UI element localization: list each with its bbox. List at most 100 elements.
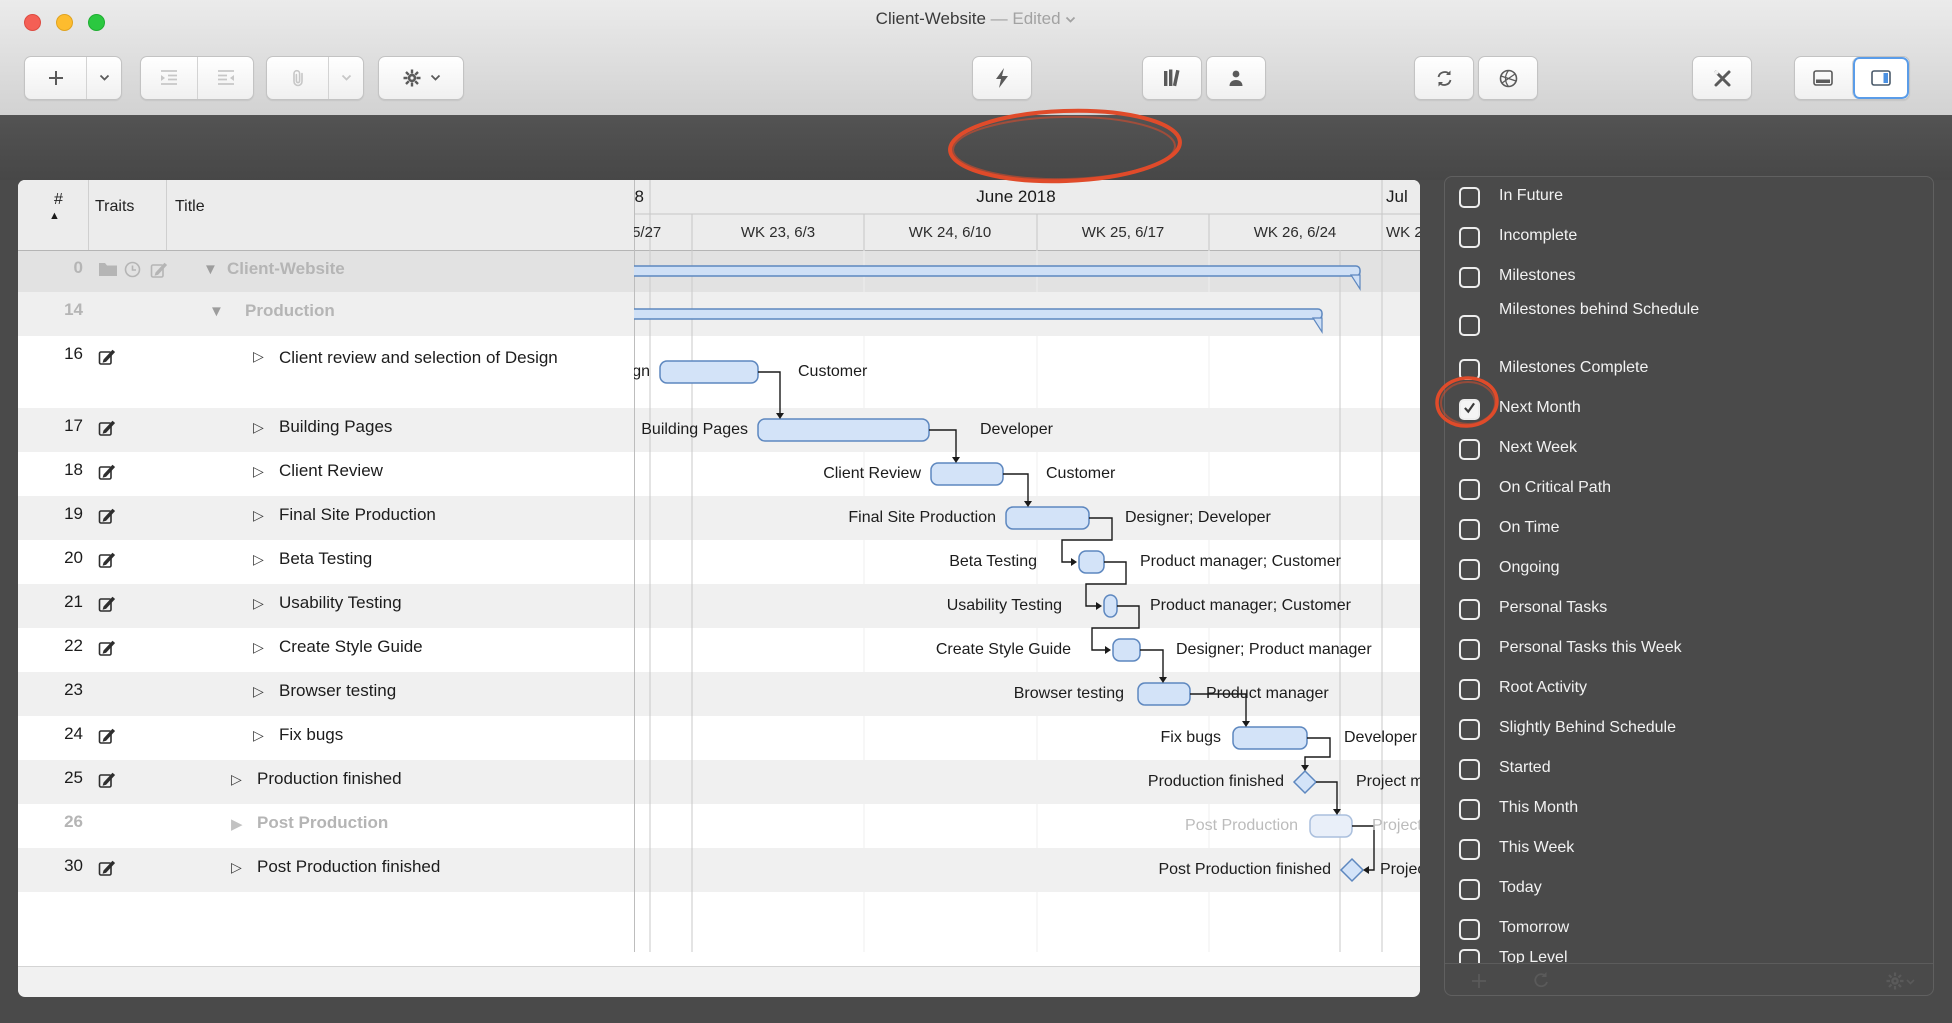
checkbox-unchecked[interactable] bbox=[1459, 879, 1480, 900]
checkbox-unchecked[interactable] bbox=[1459, 759, 1480, 780]
disclosure-leaf-icon[interactable]: ▷ bbox=[231, 771, 242, 788]
checkbox-unchecked[interactable] bbox=[1459, 949, 1480, 963]
table-footer-bar[interactable] bbox=[18, 966, 1420, 997]
filter-item[interactable]: This Month bbox=[1445, 799, 1933, 839]
disclosure-leaf-icon[interactable]: ▷ bbox=[253, 551, 264, 568]
week-label[interactable]: WK 26, 6/24 bbox=[1210, 224, 1380, 241]
checkbox-unchecked[interactable] bbox=[1459, 187, 1480, 208]
disclosure-leaf-icon[interactable]: ▷ bbox=[253, 507, 264, 524]
milestone-diamond[interactable] bbox=[1294, 771, 1316, 793]
task-bar[interactable] bbox=[1079, 551, 1104, 573]
column-divider[interactable] bbox=[88, 180, 89, 250]
column-divider[interactable] bbox=[166, 180, 167, 250]
publish-button[interactable] bbox=[1478, 56, 1538, 100]
checkbox-unchecked[interactable] bbox=[1459, 639, 1480, 660]
checkbox-unchecked[interactable] bbox=[1459, 919, 1480, 940]
add-task-button[interactable] bbox=[25, 57, 86, 99]
task-bar[interactable] bbox=[1113, 639, 1140, 661]
filter-item[interactable]: This Week bbox=[1445, 839, 1933, 879]
checkbox-unchecked[interactable] bbox=[1459, 599, 1480, 620]
task-title[interactable]: Post Production finished bbox=[257, 857, 440, 877]
filter-item[interactable]: Top Level bbox=[1445, 949, 1933, 963]
week-label[interactable]: WK 25, 6/17 bbox=[1038, 224, 1208, 241]
disclosure-leaf-icon[interactable]: ▷ bbox=[253, 348, 264, 365]
checkbox-unchecked[interactable] bbox=[1459, 227, 1480, 248]
summary-bar[interactable] bbox=[634, 309, 1322, 319]
week-label[interactable]: WK 24, 6/10 bbox=[865, 224, 1035, 241]
actions-button[interactable] bbox=[378, 56, 464, 100]
resources-button[interactable] bbox=[1142, 56, 1202, 100]
checkbox-unchecked[interactable] bbox=[1459, 359, 1480, 380]
task-title[interactable]: Beta Testing bbox=[279, 549, 372, 569]
attachment-menu-button[interactable] bbox=[328, 57, 363, 99]
sort-ascending-icon[interactable]: ▲ bbox=[49, 210, 60, 222]
refresh-filter-button[interactable] bbox=[1531, 971, 1551, 991]
add-task-menu-button[interactable] bbox=[86, 57, 121, 99]
disclosure-leaf-icon[interactable]: ▷ bbox=[253, 419, 264, 436]
disclosure-leaf-icon[interactable]: ▷ bbox=[231, 859, 242, 876]
filter-item[interactable]: Next Month bbox=[1445, 399, 1933, 439]
week-label[interactable]: WK 27, 7/1 bbox=[1386, 224, 1420, 241]
disclosure-closed-icon[interactable]: ▶ bbox=[231, 815, 243, 833]
checkbox-unchecked[interactable] bbox=[1459, 559, 1480, 580]
toggle-right-panel-button[interactable] bbox=[1852, 57, 1910, 99]
filter-item[interactable]: Root Activity bbox=[1445, 679, 1933, 719]
task-title[interactable]: Client review and selection of Design bbox=[279, 346, 587, 370]
attachment-button[interactable] bbox=[267, 57, 328, 99]
disclosure-leaf-icon[interactable]: ▷ bbox=[253, 727, 264, 744]
filter-item[interactable]: Personal Tasks bbox=[1445, 599, 1933, 639]
toggle-bottom-panel-button[interactable] bbox=[1795, 57, 1852, 99]
task-bar[interactable] bbox=[1006, 507, 1089, 529]
filter-actions-button[interactable] bbox=[1885, 971, 1915, 991]
disclosure-leaf-icon[interactable]: ▷ bbox=[253, 463, 264, 480]
sync-button[interactable] bbox=[1414, 56, 1474, 100]
checkbox-unchecked[interactable] bbox=[1459, 519, 1480, 540]
disclosure-leaf-icon[interactable]: ▷ bbox=[253, 595, 264, 612]
disclosure-open-icon[interactable]: ▼ bbox=[203, 261, 218, 278]
task-title[interactable]: Post Production bbox=[257, 813, 388, 833]
filter-item[interactable]: Started bbox=[1445, 759, 1933, 799]
catch-up-button[interactable] bbox=[972, 56, 1032, 100]
filter-item[interactable]: Milestones behind Schedule bbox=[1445, 301, 1933, 355]
outdent-button[interactable] bbox=[197, 57, 253, 99]
week-label[interactable]: WK 23, 6/3 bbox=[693, 224, 863, 241]
milestone-diamond[interactable] bbox=[1341, 859, 1363, 881]
title-chevron-down-icon[interactable] bbox=[1065, 16, 1076, 24]
task-title[interactable]: Client Review bbox=[279, 461, 383, 481]
column-header-traits[interactable]: Traits bbox=[95, 198, 134, 216]
filter-item[interactable]: Milestones Complete bbox=[1445, 359, 1933, 399]
task-title[interactable]: Final Site Production bbox=[279, 505, 436, 525]
task-title[interactable]: Client-Website bbox=[227, 259, 345, 279]
summary-bar[interactable] bbox=[634, 266, 1360, 276]
checkbox-unchecked[interactable] bbox=[1459, 799, 1480, 820]
filter-item[interactable]: Incomplete bbox=[1445, 227, 1933, 267]
checkbox-unchecked[interactable] bbox=[1459, 679, 1480, 700]
task-title[interactable]: Usability Testing bbox=[279, 593, 402, 613]
checkbox-unchecked[interactable] bbox=[1459, 315, 1480, 336]
checkbox-unchecked[interactable] bbox=[1459, 439, 1480, 460]
column-header-num[interactable]: # bbox=[54, 191, 63, 209]
checkbox-unchecked[interactable] bbox=[1459, 719, 1480, 740]
task-bar[interactable] bbox=[1233, 727, 1307, 749]
disclosure-leaf-icon[interactable]: ▷ bbox=[253, 639, 264, 656]
filter-item[interactable]: On Critical Path bbox=[1445, 479, 1933, 519]
disclosure-open-icon[interactable]: ▼ bbox=[209, 303, 224, 320]
filter-item[interactable]: In Future bbox=[1445, 187, 1933, 227]
checkbox-checked[interactable] bbox=[1459, 399, 1480, 420]
task-bar[interactable] bbox=[931, 463, 1003, 485]
task-bar[interactable] bbox=[1138, 683, 1190, 705]
task-title[interactable]: Create Style Guide bbox=[279, 637, 423, 657]
add-filter-button[interactable] bbox=[1469, 971, 1489, 991]
task-bar[interactable] bbox=[660, 361, 758, 383]
task-bar[interactable] bbox=[1310, 815, 1352, 837]
task-title[interactable]: Production finished bbox=[257, 769, 402, 789]
assignments-button[interactable] bbox=[1206, 56, 1266, 100]
task-title[interactable]: Production bbox=[245, 301, 335, 321]
checkbox-unchecked[interactable] bbox=[1459, 479, 1480, 500]
checkbox-unchecked[interactable] bbox=[1459, 839, 1480, 860]
inspectors-button[interactable] bbox=[1692, 56, 1752, 100]
task-title[interactable]: Fix bugs bbox=[279, 725, 343, 745]
filter-item[interactable]: Personal Tasks this Week bbox=[1445, 639, 1933, 679]
filter-item[interactable]: Today bbox=[1445, 879, 1933, 919]
disclosure-leaf-icon[interactable]: ▷ bbox=[253, 683, 264, 700]
